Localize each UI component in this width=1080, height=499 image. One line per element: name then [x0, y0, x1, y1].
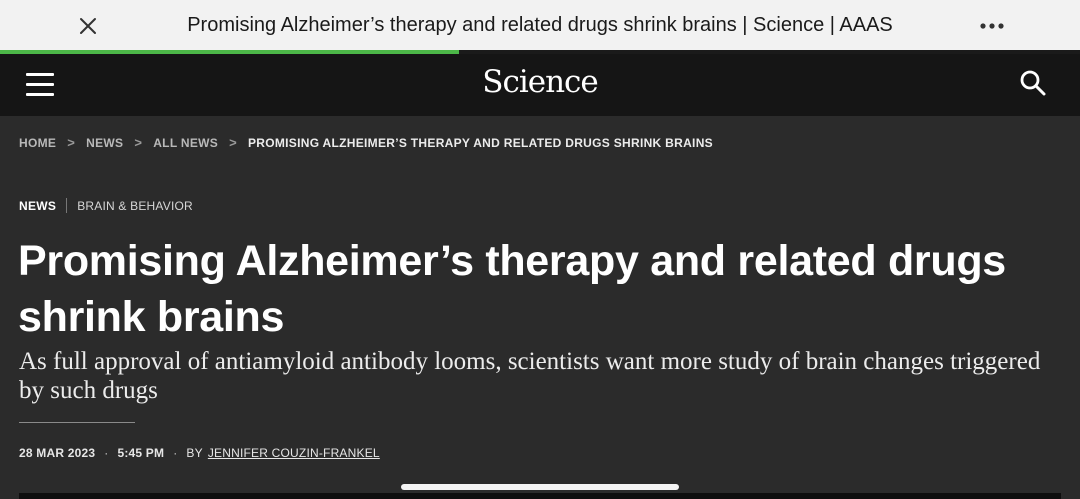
chevron-right-icon: > — [134, 135, 143, 150]
article-tags: NEWS BRAIN & BEHAVIOR — [19, 198, 193, 213]
article-subhead: As full approval of antiamyloid antibody… — [19, 348, 1041, 404]
breadcrumb-current: PROMISING ALZHEIMER’S THERAPY AND RELATE… — [247, 135, 713, 150]
publish-time: 5:45 PM — [117, 446, 165, 460]
breadcrumb-news[interactable]: NEWS — [86, 136, 123, 150]
browser-page-title: Promising Alzheimer’s therapy and relate… — [187, 14, 893, 36]
browser-toolbar: Promising Alzheimer’s therapy and relate… — [0, 0, 1080, 51]
section-label[interactable]: NEWS — [19, 199, 56, 213]
article-lead-image — [19, 493, 1061, 499]
article-content: HOME > NEWS > ALL NEWS > PROMISING ALZHE… — [0, 116, 1080, 499]
close-icon[interactable] — [72, 10, 104, 42]
breadcrumb: HOME > NEWS > ALL NEWS > PROMISING ALZHE… — [19, 135, 713, 150]
byline-by: BY — [186, 446, 203, 460]
chevron-right-icon: > — [67, 135, 76, 150]
publish-date: 28 MAR 2023 — [19, 446, 96, 460]
breadcrumb-all-news[interactable]: ALL NEWS — [153, 136, 218, 150]
author-link[interactable]: JENNIFER COUZIN-FRANKEL — [208, 446, 380, 460]
tag-divider — [66, 198, 68, 213]
home-indicator[interactable] — [401, 484, 679, 490]
topic-label[interactable]: BRAIN & BEHAVIOR — [77, 199, 193, 213]
byline-dot: · — [104, 446, 109, 460]
site-logo[interactable]: Science — [0, 64, 1080, 100]
byline-dot: · — [173, 446, 178, 460]
more-horizontal-icon[interactable] — [976, 10, 1008, 42]
divider — [19, 422, 135, 423]
byline: 28 MAR 2023 · 5:45 PM · BY JENNIFER COUZ… — [19, 446, 380, 460]
search-icon[interactable] — [1018, 68, 1052, 102]
article-headline: Promising Alzheimer’s therapy and relate… — [18, 237, 1006, 341]
site-header: Science — [0, 54, 1080, 116]
chevron-right-icon: > — [229, 135, 237, 150]
breadcrumb-home[interactable]: HOME — [19, 136, 56, 150]
